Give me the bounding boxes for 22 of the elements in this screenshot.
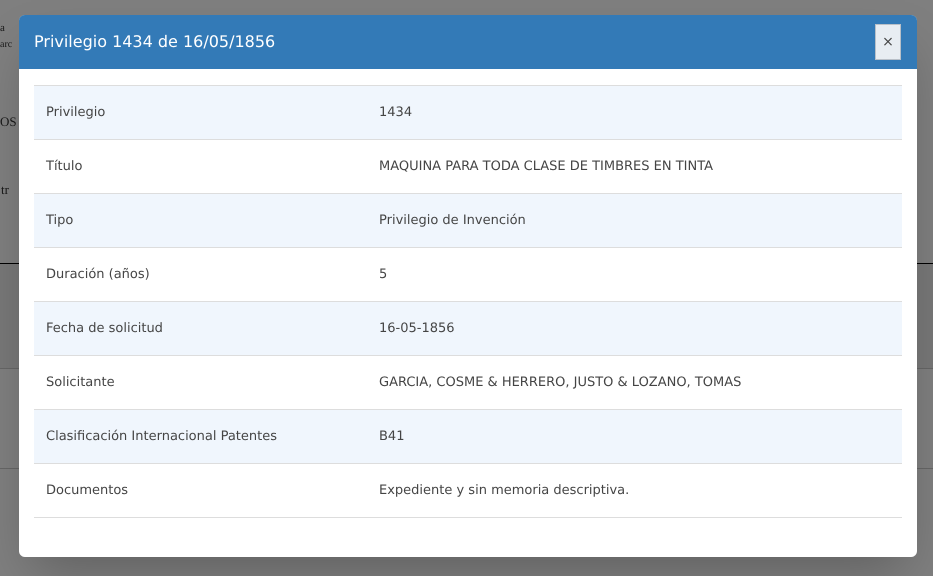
background-text: OS: [0, 113, 17, 131]
field-value: 5: [379, 266, 388, 284]
field-value: 1434: [379, 104, 412, 122]
field-label: Duración (años): [45, 266, 151, 284]
field-label: Solicitante: [45, 374, 116, 392]
field-label: Clasificación Internacional Patentes: [45, 428, 278, 446]
background-text: a: [0, 21, 5, 36]
modal-title: Privilegio 1434 de 16/05/1856: [34, 31, 276, 53]
background-text: arc: [0, 38, 12, 52]
field-value: Privilegio de Invención: [379, 212, 526, 230]
field-value: B41: [379, 428, 404, 446]
close-button[interactable]: ×: [875, 24, 901, 60]
field-label: Fecha de solicitud: [45, 320, 164, 338]
background-text: tr: [1, 181, 9, 199]
field-value: 16-05-1856: [379, 320, 455, 338]
field-label: Tipo: [45, 212, 74, 230]
field-value: Expediente y sin memoria descriptiva.: [379, 482, 630, 500]
field-value: GARCIA, COSME & HERRERO, JUSTO & LOZANO, TOMAS: [379, 374, 742, 392]
field-label: Documentos: [45, 482, 130, 500]
field-label: Título: [45, 158, 84, 176]
field-value: MAQUINA PARA TODA CLASE DE TIMBRES EN TINTA: [379, 158, 714, 176]
field-label: Privilegio: [45, 104, 106, 122]
